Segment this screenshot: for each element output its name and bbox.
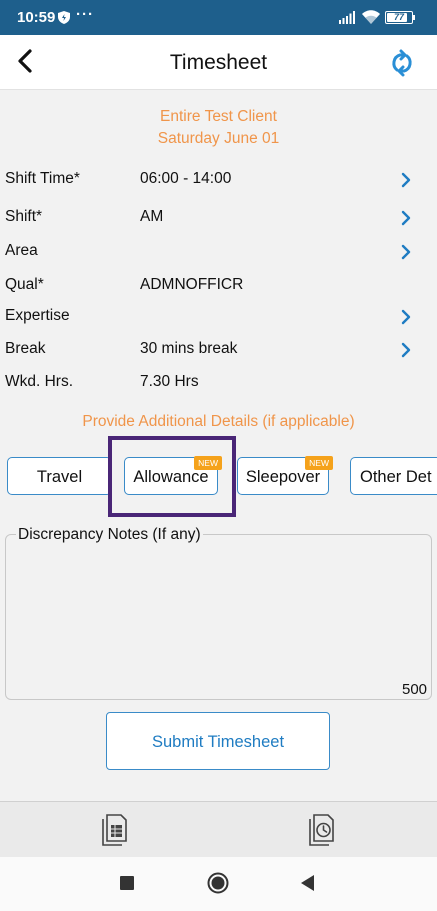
- new-badge: NEW: [305, 456, 333, 470]
- row-label: Shift*: [5, 208, 43, 225]
- recent-apps-icon[interactable]: [120, 876, 134, 890]
- chevron-right-icon[interactable]: [399, 244, 413, 260]
- row-value: 7.30 Hrs: [140, 373, 199, 390]
- row-label: Break: [5, 340, 46, 357]
- row-shift[interactable]: Shift* AM: [0, 202, 437, 232]
- row-value: ADMNOFFICR: [140, 276, 244, 293]
- row-qual: Qual* ADMNOFFICR: [0, 270, 437, 300]
- row-label: Shift Time*: [5, 170, 80, 187]
- shift-date: Saturday June 01: [157, 130, 280, 147]
- tab-sleepover[interactable]: Sleepover NEW: [237, 456, 333, 495]
- additional-details-heading: Provide Additional Details (if applicabl…: [82, 413, 355, 430]
- row-break[interactable]: Break 30 mins break: [0, 334, 437, 364]
- row-expertise[interactable]: Expertise: [0, 301, 437, 331]
- battery-level: 77: [393, 12, 404, 22]
- tab-label: Other Det: [360, 468, 432, 486]
- wifi-icon: [362, 10, 380, 24]
- client-name: Entire Test Client: [160, 108, 277, 125]
- submit-timesheet-button[interactable]: Submit Timesheet: [106, 712, 330, 770]
- row-area[interactable]: Area: [0, 236, 437, 266]
- selection-highlight: [108, 436, 236, 517]
- more-notifications-icon: ···: [76, 6, 94, 23]
- timesheet-history-icon[interactable]: [307, 813, 337, 847]
- row-value: 06:00 - 14:00: [140, 170, 232, 187]
- character-counter: 500: [402, 681, 428, 698]
- row-label: Wkd. Hrs.: [5, 373, 74, 390]
- back-triangle-icon[interactable]: [299, 873, 315, 893]
- row-label: Qual*: [5, 276, 44, 293]
- shield-icon: [58, 11, 70, 24]
- tab-label: Sleepover: [245, 468, 321, 486]
- chevron-right-icon[interactable]: [399, 172, 413, 188]
- timesheet-list-icon[interactable]: [100, 813, 130, 847]
- tab-travel[interactable]: Travel: [7, 457, 112, 495]
- discrepancy-notes-label: Discrepancy Notes (If any): [16, 526, 203, 544]
- discrepancy-notes-field[interactable]: [5, 534, 432, 700]
- row-value: 30 mins break: [140, 340, 238, 357]
- system-nav-bar: [0, 857, 437, 911]
- home-icon[interactable]: [207, 872, 229, 894]
- battery-tip: [413, 15, 415, 20]
- tab-other-details[interactable]: Other Det: [350, 457, 437, 495]
- chevron-right-icon[interactable]: [399, 309, 413, 325]
- app-header: Timesheet: [0, 35, 437, 90]
- row-shift-time[interactable]: Shift Time* 06:00 - 14:00: [0, 164, 437, 194]
- signal-icon: [339, 11, 355, 24]
- row-worked-hours: Wkd. Hrs. 7.30 Hrs: [0, 367, 437, 397]
- tab-label: Travel: [36, 468, 83, 486]
- row-label: Expertise: [5, 307, 70, 324]
- submit-label: Submit Timesheet: [151, 733, 285, 751]
- status-bar: 10:59 ··· 77: [0, 0, 437, 35]
- chevron-right-icon[interactable]: [399, 210, 413, 226]
- row-value: AM: [140, 208, 164, 225]
- battery-icon: 77: [385, 11, 413, 24]
- refresh-icon[interactable]: [388, 49, 416, 77]
- status-time: 10:59: [17, 9, 56, 26]
- chevron-right-icon[interactable]: [399, 342, 413, 358]
- page-title: Timesheet: [169, 51, 268, 74]
- bottom-tab-bar: [0, 801, 437, 857]
- client-info: Entire Test Client Saturday June 01: [0, 106, 437, 150]
- row-label: Area: [5, 242, 38, 259]
